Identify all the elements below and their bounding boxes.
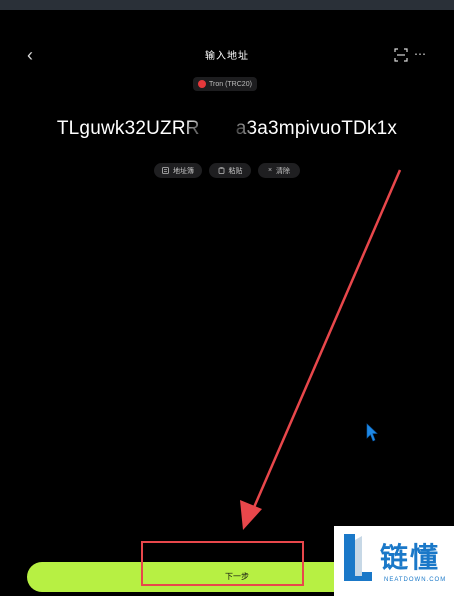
- address-book-label: 地址簿: [173, 167, 194, 175]
- watermark-logo-icon: [344, 534, 372, 581]
- tron-icon: [198, 80, 206, 88]
- clear-button[interactable]: × 清除: [258, 163, 300, 178]
- address-redaction: [188, 120, 250, 140]
- page-title: 输入地址: [205, 51, 249, 62]
- scan-icon: [394, 48, 408, 62]
- paste-label: 粘贴: [228, 167, 243, 175]
- network-label: Tron (TRC20): [209, 80, 252, 88]
- scan-button[interactable]: [394, 48, 408, 62]
- paste-icon: [218, 167, 224, 174]
- watermark-subtext: NEATDOWN.COM: [384, 577, 447, 583]
- more-button[interactable]: ⋯: [412, 46, 428, 62]
- more-icon: ⋯: [414, 47, 426, 61]
- address-book-icon: [162, 167, 169, 174]
- address-book-button[interactable]: 地址簿: [154, 163, 202, 178]
- watermark: 链懂 NEATDOWN.COM: [334, 526, 454, 596]
- address-input-screen: ‹ 输入地址 ⋯ Tron (TRC20) TLguwk32UZRR a3a3m…: [0, 0, 454, 596]
- mouse-cursor-icon: [366, 423, 378, 442]
- clear-label: 清除: [276, 167, 291, 175]
- paste-button[interactable]: 粘贴: [209, 163, 251, 178]
- network-selector[interactable]: Tron (TRC20): [193, 77, 257, 91]
- top-strip: [0, 0, 454, 10]
- watermark-text: 链懂: [380, 541, 441, 574]
- clear-icon: ×: [267, 167, 273, 174]
